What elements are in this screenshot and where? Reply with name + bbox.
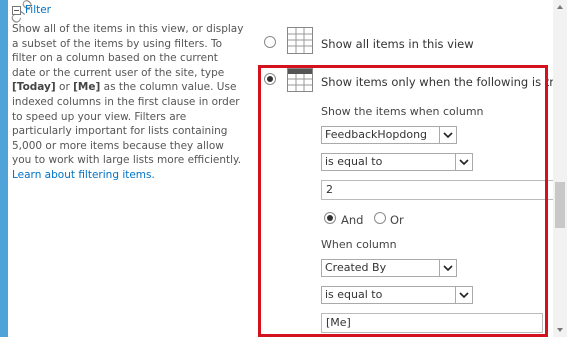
scroll-down-icon[interactable] <box>553 323 567 337</box>
description-text-2: as the column value. Use indexed columns… <box>12 81 242 167</box>
show-all-radio[interactable] <box>264 36 276 48</box>
today-token: [Today] <box>12 81 56 94</box>
filter-section-header[interactable]: Filter <box>12 4 51 16</box>
me-token: [Me] <box>73 81 101 94</box>
table-icon <box>287 27 313 54</box>
section-title: Filter <box>25 4 52 16</box>
vertical-scrollbar[interactable] <box>553 0 567 337</box>
description-text-1: Show all of the items in this view, or d… <box>12 23 244 79</box>
description-or: or <box>55 81 74 94</box>
scrollbar-thumb[interactable] <box>555 182 565 228</box>
left-accent-bar <box>0 0 8 337</box>
learn-filtering-link[interactable]: Learn about filtering items. <box>12 169 155 181</box>
filter-description: Show all of the items in this view, or d… <box>12 22 244 183</box>
collapse-icon[interactable] <box>12 5 21 15</box>
scroll-up-icon[interactable] <box>553 0 567 14</box>
show-all-label: Show all items in this view <box>321 37 474 51</box>
highlight-box <box>258 65 548 337</box>
